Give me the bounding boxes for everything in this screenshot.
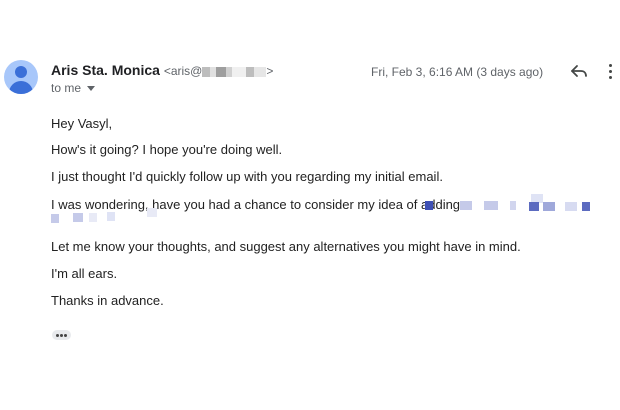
redacted-email <box>202 66 267 77</box>
email-paragraph: I'm all ears. <box>51 266 118 281</box>
email-paragraph-text: I was wondering, have you had a chance t… <box>51 197 461 212</box>
sender-email-suffix: > <box>266 64 274 78</box>
email-paragraph: I just thought I'd quickly follow up wit… <box>51 169 443 184</box>
show-trimmed-content-button[interactable] <box>52 330 71 340</box>
email-date: Fri, Feb 3, 6:16 AM (3 days ago) <box>371 65 544 79</box>
sender-email-prefix: <aris@ <box>163 64 203 78</box>
sender-email: <aris@ > <box>164 64 274 78</box>
recipient-label: to me <box>51 81 82 95</box>
email-greeting: Hey Vasyl, <box>51 116 113 131</box>
email-signoff: Thanks in advance. <box>51 293 164 308</box>
more-options-button[interactable] <box>604 60 616 82</box>
recipient-dropdown[interactable]: to me <box>51 81 96 95</box>
sender-line: Aris Sta. Monica <aris@ > <box>51 62 273 78</box>
avatar-head <box>15 66 27 78</box>
email-paragraph-with-redaction: I was wondering, have you had a chance t… <box>51 197 460 213</box>
reply-button[interactable] <box>568 60 590 82</box>
sender-name[interactable]: Aris Sta. Monica <box>51 62 160 78</box>
email-paragraph: How's it going? I hope you're doing well… <box>51 142 283 157</box>
sender-avatar <box>4 60 38 94</box>
email-paragraph: Let me know your thoughts, and suggest a… <box>51 239 521 254</box>
avatar-body <box>9 81 33 94</box>
reply-icon <box>571 65 587 77</box>
chevron-down-icon <box>87 86 96 92</box>
more-vertical-icon <box>604 64 616 79</box>
